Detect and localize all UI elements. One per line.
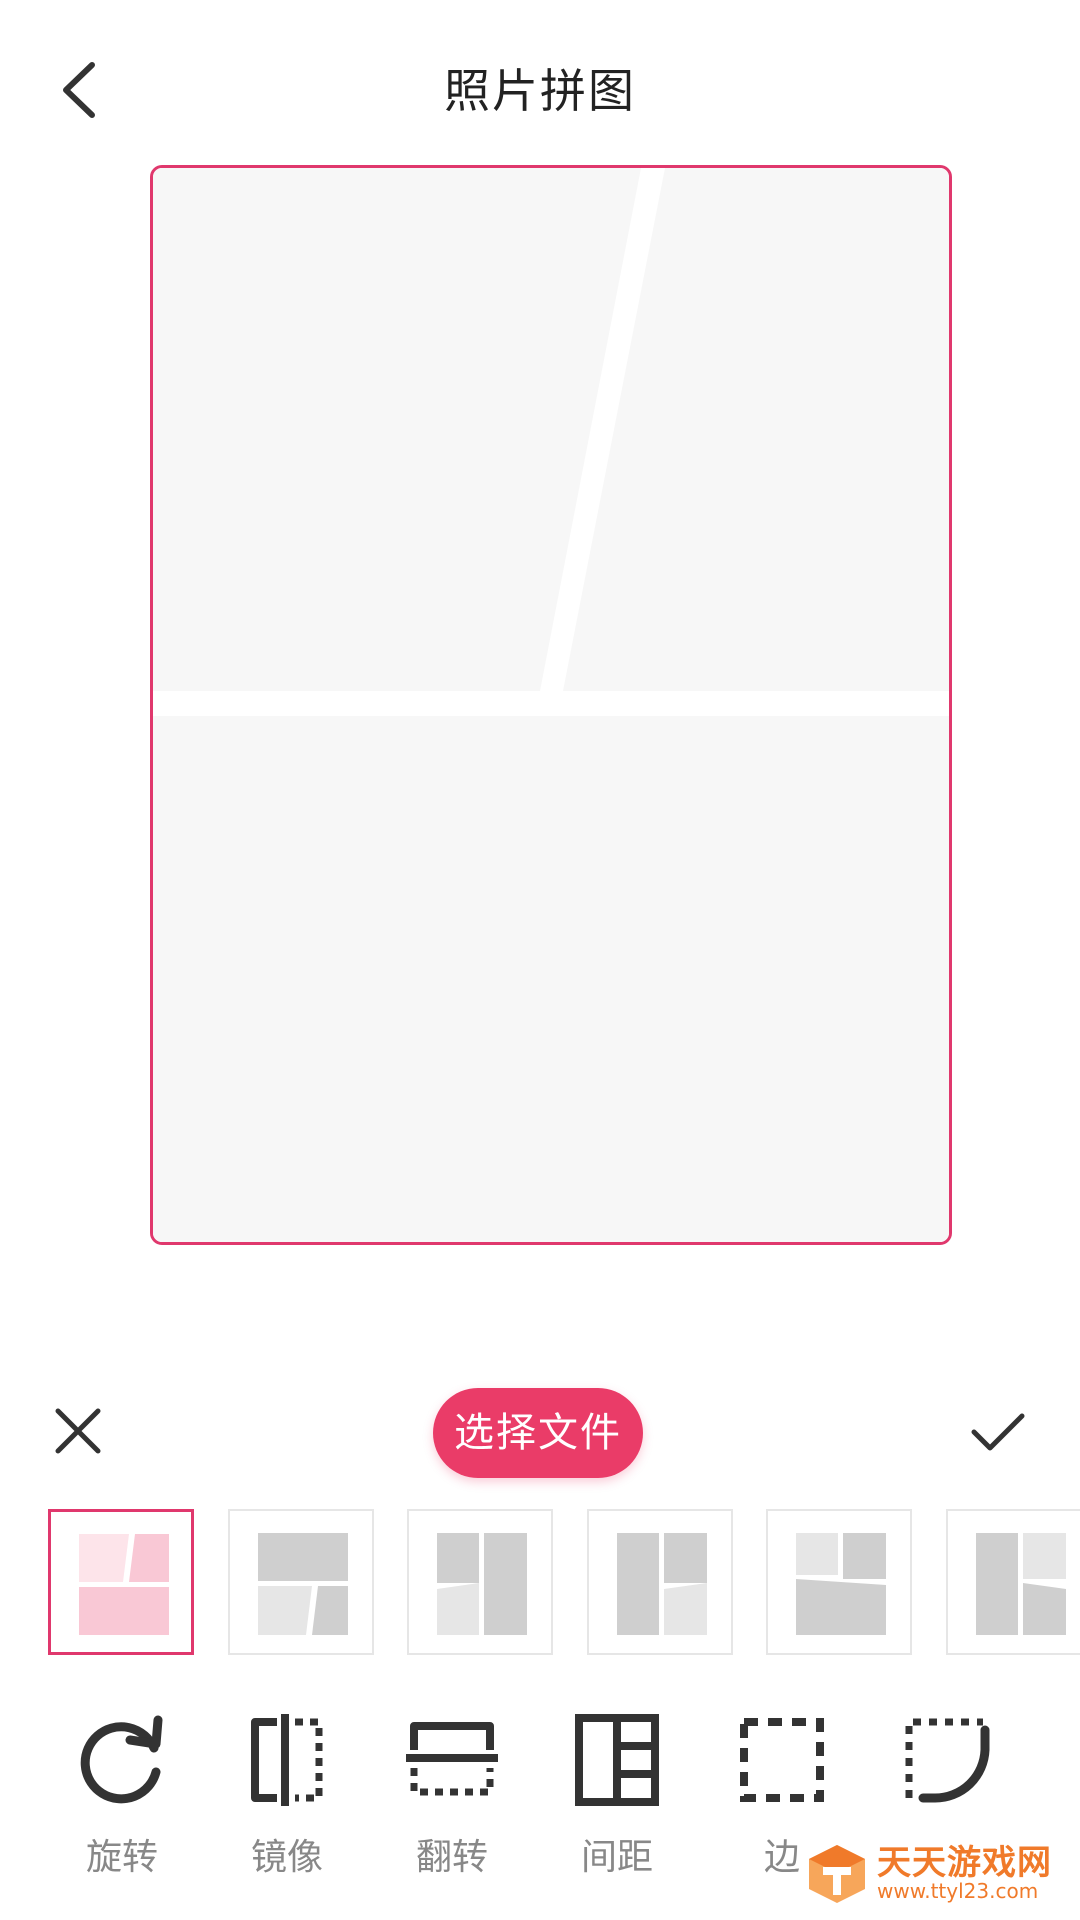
confirm-button[interactable] [968, 1410, 1028, 1454]
spacing-tool[interactable]: 间距 [557, 1710, 677, 1900]
close-button[interactable] [52, 1405, 104, 1457]
layout-template-2[interactable] [228, 1509, 374, 1655]
tool-label: 间距 [580, 1837, 653, 1878]
flip-icon [406, 1722, 498, 1796]
watermark-logo-icon [809, 1845, 865, 1903]
mirror-tool[interactable]: 镜像 [227, 1710, 347, 1900]
layout-template-3[interactable] [407, 1509, 553, 1655]
rotate-tool[interactable]: 旋转 [62, 1710, 182, 1900]
page-title: 照片拼图 [444, 64, 636, 118]
layout-template-5[interactable] [766, 1509, 912, 1655]
spacing-icon [575, 1714, 659, 1806]
tool-label: 翻转 [415, 1837, 488, 1878]
tool-label: 镜像 [250, 1837, 323, 1878]
watermark: 天天游戏网 www.ttyl23.com [805, 1835, 1065, 1915]
tool-label: 旋转 [85, 1837, 158, 1878]
mirror-icon [251, 1714, 323, 1806]
rotate-icon [80, 1715, 163, 1804]
collage-canvas[interactable] [150, 165, 952, 1245]
watermark-url: www.ttyl23.com [877, 1879, 1039, 1903]
border-icon [740, 1718, 824, 1802]
corner-radius-icon [905, 1718, 990, 1803]
flip-tool[interactable]: 翻转 [392, 1710, 512, 1900]
collage-cell-bottom[interactable] [153, 716, 949, 1242]
watermark-title: 天天游戏网 [877, 1843, 1052, 1883]
check-icon [971, 1413, 1025, 1451]
layout-template-4[interactable] [587, 1509, 733, 1655]
select-file-button[interactable]: 选择文件 [433, 1388, 643, 1478]
collage-cell-top-left[interactable] [153, 168, 641, 691]
close-icon [55, 1408, 101, 1454]
layout-template-6[interactable] [946, 1509, 1080, 1655]
layout-template-1[interactable] [48, 1509, 194, 1655]
